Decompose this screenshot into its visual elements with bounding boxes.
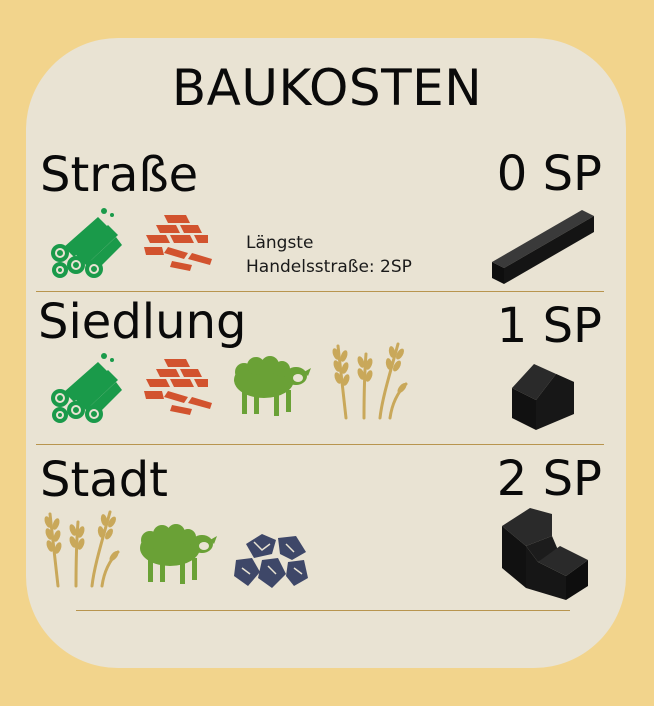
wood-icon [51,208,122,278]
section-divider [36,444,604,445]
settlement-label: Siedlung [38,294,247,350]
road-label: Straße [40,147,199,203]
section-divider [36,291,604,292]
settlement-piece [512,364,574,430]
sheep-icon [234,356,311,416]
brick-icon [144,359,212,415]
brick-icon [144,215,212,271]
road-points: 0 SP [496,146,602,202]
city-piece [502,508,588,600]
city-label: Stadt [40,452,168,508]
settlement-points: 1 SP [496,298,602,354]
longest-road-note-line1: Längste [246,233,314,253]
city-points: 2 SP [496,451,602,507]
longest-road-note-line2: Handelsstraße: 2SP [246,257,412,277]
road-piece [492,210,594,284]
sheep-icon [140,524,217,584]
bottom-divider [76,610,570,611]
wood-icon [51,353,122,423]
ore-icon [234,534,308,588]
card-title: BAUKOSTEN [171,59,483,117]
wheat-icon [44,510,120,588]
wheat-icon [332,342,408,420]
